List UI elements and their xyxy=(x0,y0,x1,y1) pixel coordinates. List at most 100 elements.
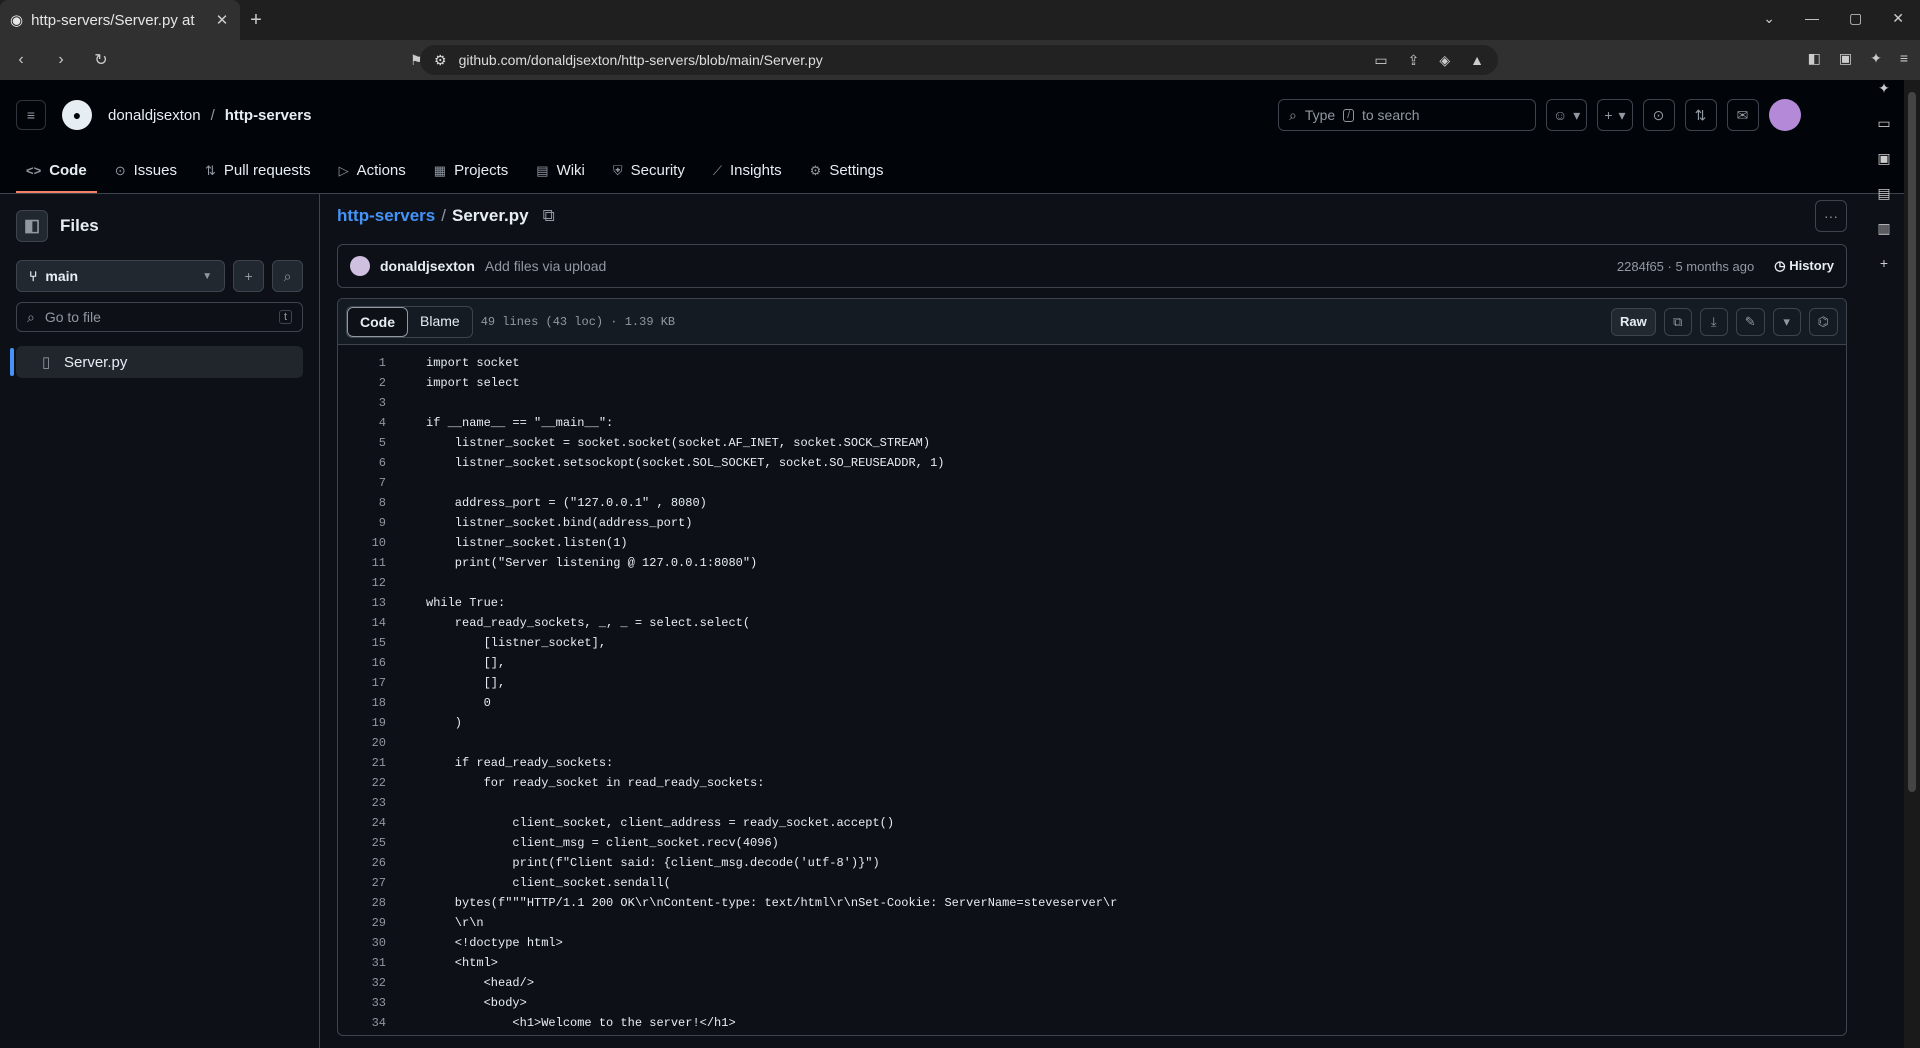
line-number[interactable]: 15 xyxy=(338,633,398,653)
wallet-icon[interactable]: ▣ xyxy=(1839,50,1852,67)
bookmarks-icon[interactable]: ▤ xyxy=(1877,185,1890,202)
line-number[interactable]: 30 xyxy=(338,933,398,953)
reload-icon[interactable]: ↻ xyxy=(90,50,112,70)
line-number[interactable]: 23 xyxy=(338,793,398,813)
line-number[interactable]: 11 xyxy=(338,553,398,573)
line-number[interactable]: 19 xyxy=(338,713,398,733)
branch-select[interactable]: ⑂ main ▼ xyxy=(16,260,226,292)
tab-insights[interactable]: ⟋ Insights xyxy=(703,162,792,193)
close-window-icon[interactable]: ✕ xyxy=(1892,10,1904,27)
line-number[interactable]: 29 xyxy=(338,913,398,933)
line-number[interactable]: 21 xyxy=(338,753,398,773)
site-info-icon[interactable]: ⚙ xyxy=(434,52,447,69)
line-number[interactable]: 10 xyxy=(338,533,398,553)
tab-pull-requests[interactable]: ⇅ Pull requests xyxy=(195,162,321,193)
download-button[interactable]: ⤓ xyxy=(1699,307,1728,336)
line-number[interactable]: 6 xyxy=(338,453,398,473)
share-icon[interactable]: ⇪ xyxy=(1408,52,1420,69)
github-logo-icon[interactable]: ● xyxy=(62,100,92,130)
copy-path-icon[interactable]: ⧉ xyxy=(543,206,555,226)
avatar[interactable] xyxy=(1768,99,1801,131)
wallet-icon[interactable]: ▣ xyxy=(1877,150,1890,167)
tab-actions[interactable]: ▷ Actions xyxy=(329,162,416,193)
scrollbar-thumb[interactable] xyxy=(1908,92,1916,792)
line-number[interactable]: 18 xyxy=(338,693,398,713)
inbox-button[interactable]: ✉ xyxy=(1726,99,1759,131)
tab-projects[interactable]: ▦ Projects xyxy=(424,162,518,193)
menu-icon[interactable]: ≡ xyxy=(1900,50,1908,67)
reading-list-icon[interactable]: ▥ xyxy=(1877,220,1890,237)
line-number[interactable]: 27 xyxy=(338,873,398,893)
owner-link[interactable]: donaldjsexton xyxy=(108,107,201,124)
address-bar[interactable]: ⚙ github.com/donaldjsexton/http-servers/… xyxy=(420,45,1498,75)
tab-code[interactable]: <> Code xyxy=(16,162,97,193)
sidebar-toggle-icon[interactable]: ◧ xyxy=(1808,50,1821,67)
commit-author-avatar[interactable] xyxy=(350,256,370,276)
add-panel-icon[interactable]: + xyxy=(1880,255,1888,271)
commit-message[interactable]: Add files via upload xyxy=(485,258,606,274)
history-button[interactable]: ◷ History xyxy=(1774,258,1834,274)
line-number[interactable]: 3 xyxy=(338,393,398,413)
line-number[interactable]: 4 xyxy=(338,413,398,433)
pull-requests-button[interactable]: ⇅ xyxy=(1684,99,1717,131)
line-number[interactable]: 26 xyxy=(338,853,398,873)
tab-list-chevron-icon[interactable]: ⌄ xyxy=(1763,10,1775,27)
cast-icon[interactable]: ▭ xyxy=(1374,52,1387,69)
line-number[interactable]: 17 xyxy=(338,673,398,693)
forward-icon[interactable]: › xyxy=(50,51,72,69)
create-new-button[interactable]: + ▾ xyxy=(1597,99,1633,131)
video-icon[interactable]: ▭ xyxy=(1877,115,1890,132)
close-tab-icon[interactable]: ✕ xyxy=(214,11,230,29)
new-tab-button[interactable]: + xyxy=(240,9,272,32)
line-number[interactable]: 5 xyxy=(338,433,398,453)
hamburger-menu-icon[interactable]: ≡ xyxy=(16,100,46,130)
line-number[interactable]: 22 xyxy=(338,773,398,793)
rewards-icon[interactable]: ▲ xyxy=(1470,52,1484,69)
search-files-button[interactable]: ⌕ xyxy=(272,260,303,292)
leo-icon[interactable]: ✦ xyxy=(1878,80,1890,97)
repo-root-link[interactable]: http-servers xyxy=(337,206,435,226)
line-number[interactable]: 12 xyxy=(338,573,398,593)
line-number[interactable]: 16 xyxy=(338,653,398,673)
raw-button[interactable]: Raw xyxy=(1611,307,1656,336)
line-number[interactable]: 9 xyxy=(338,513,398,533)
line-number[interactable]: 8 xyxy=(338,493,398,513)
commit-meta[interactable]: 2284f65 · 5 months ago xyxy=(1617,259,1754,274)
back-icon[interactable]: ‹ xyxy=(10,51,32,69)
leo-ai-icon[interactable]: ✦ xyxy=(1870,50,1882,67)
commit-author[interactable]: donaldjsexton xyxy=(380,258,475,274)
file-tree-item[interactable]: ▯ Server.py xyxy=(10,346,303,378)
line-number[interactable]: 31 xyxy=(338,953,398,973)
line-number[interactable]: 25 xyxy=(338,833,398,853)
browser-tab[interactable]: ◉ http-servers/Server.py at ✕ xyxy=(0,0,240,40)
search-input[interactable]: ⌕ Type / to search xyxy=(1278,99,1536,131)
tab-security[interactable]: ⛨ Security xyxy=(603,162,695,193)
line-number[interactable]: 24 xyxy=(338,813,398,833)
blame-view-button[interactable]: Blame xyxy=(408,307,472,337)
code-view-button[interactable]: Code xyxy=(347,306,408,337)
line-number[interactable]: 34 xyxy=(338,1013,398,1033)
copilot-button[interactable]: ☺ ▾ xyxy=(1546,99,1588,131)
tab-settings[interactable]: ⚙ Settings xyxy=(800,162,894,193)
more-options-button[interactable]: ··· xyxy=(1815,200,1847,232)
brave-shield-icon[interactable]: ◈ xyxy=(1439,52,1450,69)
scrollbar[interactable] xyxy=(1904,80,1920,1048)
maximize-icon[interactable]: ▢ xyxy=(1849,10,1862,27)
edit-button[interactable]: ✎ xyxy=(1735,307,1765,336)
go-to-file-input[interactable]: ⌕ Go to file t xyxy=(16,302,303,332)
add-file-button[interactable]: + xyxy=(233,260,265,292)
line-number[interactable]: 1 xyxy=(338,353,398,373)
copy-raw-button[interactable]: ⧉ xyxy=(1663,307,1692,336)
tab-wiki[interactable]: ▤ Wiki xyxy=(526,162,595,193)
symbols-panel-button[interactable]: ⌬ xyxy=(1808,307,1838,336)
line-number[interactable]: 7 xyxy=(338,473,398,493)
line-number[interactable]: 33 xyxy=(338,993,398,1013)
line-number[interactable]: 14 xyxy=(338,613,398,633)
line-number[interactable]: 2 xyxy=(338,373,398,393)
edit-dropdown-button[interactable]: ▾ xyxy=(1772,307,1801,336)
line-number[interactable]: 28 xyxy=(338,893,398,913)
issues-button[interactable]: ⊙ xyxy=(1642,99,1675,131)
line-number[interactable]: 13 xyxy=(338,593,398,613)
tab-issues[interactable]: ⊙ Issues xyxy=(105,162,187,193)
repo-link[interactable]: http-servers xyxy=(225,107,312,124)
